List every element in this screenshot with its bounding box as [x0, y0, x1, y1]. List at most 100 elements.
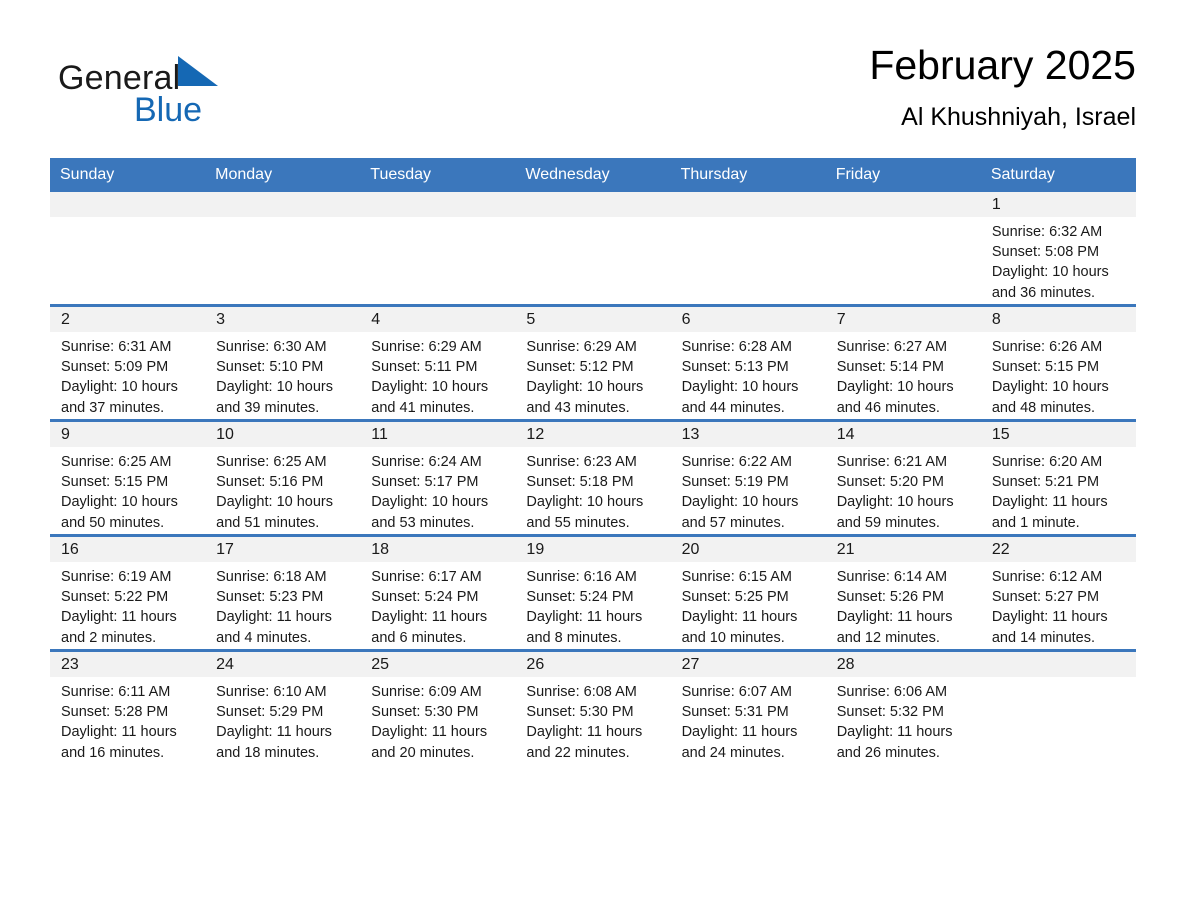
- day-details: Sunrise: 6:26 AM Sunset: 5:15 PM Daylight:…: [981, 332, 1136, 418]
- sunrise-text: Sunrise: 6:09 AM: [371, 684, 482, 700]
- day-details: Sunrise: 6:09 AM Sunset: 5:30 PM Daylight:…: [360, 677, 515, 763]
- daylight-text-line1: Daylight: 10 hours: [371, 494, 489, 511]
- sunrise-text: Sunrise: 6:06 AM: [836, 684, 948, 700]
- calendar-day-cell[interactable]: 10 Sunrise: 6:25 AM Sunset: 5:16 PM Dayligh…: [205, 419, 361, 536]
- sunrise-text: Sunrise: 6:24 AM: [371, 454, 482, 470]
- day-number: 13: [670, 422, 826, 447]
- day-number: [50, 192, 206, 217]
- daylight-text-line2: and 44 minutes.: [681, 399, 785, 416]
- day-details: Sunrise: 6:10 AM Sunset: 5:29 PM Daylight:…: [205, 677, 360, 763]
- weekday-header-friday: Friday: [825, 158, 981, 192]
- calendar-day-cell[interactable]: 9 Sunrise: 6:25 AM Sunset: 5:15 PM Daylight…: [50, 419, 206, 536]
- calendar-day-cell[interactable]: 7 Sunrise: 6:27 AM Sunset: 5:14 PM Daylight…: [825, 304, 981, 421]
- daylight-text-line1: Daylight: 11 hours: [216, 609, 332, 626]
- calendar-week-row: 2 Sunrise: 6:31 AM Sunset: 5:09 PM Daylight…: [50, 304, 1136, 421]
- day-number: 26: [515, 652, 671, 677]
- day-number: 1: [980, 192, 1136, 217]
- daylight-text-line2: and 57 minutes.: [681, 514, 785, 531]
- sunrise-text: Sunrise: 6:07 AM: [681, 684, 792, 700]
- daylight-text-line2: and 55 minutes.: [526, 514, 630, 531]
- calendar-day-cell[interactable]: 11 Sunrise: 6:24 AM Sunset: 5:17 PM Dayligh…: [360, 419, 516, 536]
- day-number: [825, 192, 981, 217]
- calendar-day-cell[interactable]: 21 Sunrise: 6:14 AM Sunset: 5:26 PM Dayligh…: [825, 534, 981, 651]
- calendar-day-cell[interactable]: 17 Sunrise: 6:18 AM Sunset: 5:23 PM Dayligh…: [205, 534, 361, 651]
- calendar-day-cell[interactable]: 12 Sunrise: 6:23 AM Sunset: 5:18 PM Dayligh…: [515, 419, 671, 536]
- calendar-day-cell[interactable]: 8 Sunrise: 6:26 AM Sunset: 5:15 PM Daylight…: [980, 304, 1136, 421]
- calendar-day-cell[interactable]: 26 Sunrise: 6:08 AM Sunset: 5:30 PM Dayligh…: [515, 649, 671, 764]
- day-details: Sunrise: 6:23 AM Sunset: 5:18 PM Daylight:…: [515, 447, 670, 533]
- day-details: Sunrise: 6:17 AM Sunset: 5:24 PM Daylight:…: [360, 562, 515, 648]
- calendar-empty-cell: [670, 192, 826, 306]
- calendar-day-cell[interactable]: 27 Sunrise: 6:07 AM Sunset: 5:31 PM Dayligh…: [670, 649, 826, 764]
- sunset-text: Sunset: 5:21 PM: [991, 474, 1100, 491]
- calendar-body: 1 Sunrise: 6:32 AM Sunset: 5:08 PM Daylight…: [50, 192, 1136, 764]
- calendar-day-cell[interactable]: 23 Sunrise: 6:11 AM Sunset: 5:28 PM Dayligh…: [50, 649, 206, 764]
- calendar-day-cell[interactable]: 14 Sunrise: 6:21 AM Sunset: 5:20 PM Dayligh…: [825, 419, 981, 536]
- weekday-header-monday: Monday: [205, 158, 361, 192]
- calendar-day-cell[interactable]: 15 Sunrise: 6:20 AM Sunset: 5:21 PM Dayligh…: [980, 419, 1136, 536]
- daylight-text-line1: Daylight: 10 hours: [216, 379, 334, 396]
- daylight-text-line1: Daylight: 11 hours: [836, 609, 953, 626]
- sunset-text: Sunset: 5:31 PM: [681, 704, 789, 721]
- calendar-day-cell[interactable]: 4 Sunrise: 6:29 AM Sunset: 5:11 PM Daylight…: [360, 304, 516, 421]
- title-block: February 2025 Al Khushniyah, Israel: [869, 40, 1136, 134]
- daylight-text-line2: and 48 minutes.: [991, 399, 1096, 416]
- day-details: Sunrise: 6:06 AM Sunset: 5:32 PM Daylight:…: [826, 677, 981, 763]
- weekday-header-sunday: Sunday: [50, 158, 206, 192]
- brand-logo[interactable]: General Blue: [58, 55, 258, 135]
- daylight-text-line2: and 12 minutes.: [836, 629, 940, 646]
- sunset-text: Sunset: 5:08 PM: [991, 244, 1100, 261]
- day-details: Sunrise: 6:19 AM Sunset: 5:22 PM Daylight:…: [50, 562, 205, 648]
- day-number: 3: [205, 307, 361, 332]
- calendar-day-cell[interactable]: 24 Sunrise: 6:10 AM Sunset: 5:29 PM Dayligh…: [205, 649, 361, 764]
- day-details: Sunrise: 6:24 AM Sunset: 5:17 PM Daylight:…: [360, 447, 515, 533]
- calendar-day-cell[interactable]: 16 Sunrise: 6:19 AM Sunset: 5:22 PM Dayligh…: [50, 534, 206, 651]
- calendar-day-cell[interactable]: 25 Sunrise: 6:09 AM Sunset: 5:30 PM Dayligh…: [360, 649, 516, 764]
- sunrise-text: Sunrise: 6:16 AM: [526, 569, 637, 585]
- day-number: [670, 192, 826, 217]
- page-title: February 2025: [869, 42, 1136, 88]
- day-details: Sunrise: 6:31 AM Sunset: 5:09 PM Daylight:…: [50, 332, 205, 418]
- calendar-day-cell[interactable]: 13 Sunrise: 6:22 AM Sunset: 5:19 PM Dayligh…: [670, 419, 826, 536]
- calendar-empty-cell: [360, 192, 516, 306]
- daylight-text-line1: Daylight: 10 hours: [836, 379, 954, 396]
- day-number: 25: [360, 652, 516, 677]
- calendar-day-cell[interactable]: 28 Sunrise: 6:06 AM Sunset: 5:32 PM Dayligh…: [825, 649, 981, 764]
- calendar-day-cell[interactable]: 5 Sunrise: 6:29 AM Sunset: 5:12 PM Daylight…: [515, 304, 671, 421]
- day-number: 19: [515, 537, 671, 562]
- day-number: 16: [50, 537, 206, 562]
- sunset-text: Sunset: 5:28 PM: [61, 704, 169, 721]
- calendar-day-cell[interactable]: 19 Sunrise: 6:16 AM Sunset: 5:24 PM Dayligh…: [515, 534, 671, 651]
- calendar-day-cell[interactable]: 6 Sunrise: 6:28 AM Sunset: 5:13 PM Daylight…: [670, 304, 826, 421]
- sunrise-text: Sunrise: 6:17 AM: [371, 569, 482, 585]
- day-number: 7: [825, 307, 981, 332]
- calendar-day-cell[interactable]: 1 Sunrise: 6:32 AM Sunset: 5:08 PM Daylight…: [980, 192, 1136, 306]
- sunrise-text: Sunrise: 6:19 AM: [61, 569, 172, 585]
- calendar-day-cell[interactable]: 2 Sunrise: 6:31 AM Sunset: 5:09 PM Daylight…: [50, 304, 206, 421]
- calendar-week-row: 23 Sunrise: 6:11 AM Sunset: 5:28 PM Dayligh…: [50, 649, 1136, 764]
- sunset-text: Sunset: 5:14 PM: [836, 359, 944, 376]
- daylight-text-line2: and 41 minutes.: [371, 399, 475, 416]
- calendar-day-cell[interactable]: 18 Sunrise: 6:17 AM Sunset: 5:24 PM Dayligh…: [360, 534, 516, 651]
- sunrise-text: Sunrise: 6:08 AM: [526, 684, 637, 700]
- day-number: 22: [980, 537, 1136, 562]
- calendar-day-cell[interactable]: 3 Sunrise: 6:30 AM Sunset: 5:10 PM Daylight…: [205, 304, 361, 421]
- calendar-day-cell[interactable]: 22 Sunrise: 6:12 AM Sunset: 5:27 PM Dayligh…: [980, 534, 1136, 651]
- day-number: 11: [360, 422, 516, 447]
- sunset-text: Sunset: 5:25 PM: [681, 589, 789, 606]
- sunrise-text: Sunrise: 6:32 AM: [991, 224, 1103, 240]
- sunrise-text: Sunrise: 6:29 AM: [371, 339, 482, 355]
- calendar-empty-cell: [980, 649, 1136, 764]
- daylight-text-line2: and 10 minutes.: [681, 629, 785, 646]
- daylight-text-line1: Daylight: 11 hours: [371, 609, 488, 626]
- day-details: Sunrise: 6:25 AM Sunset: 5:15 PM Daylight:…: [50, 447, 205, 533]
- day-details: Sunrise: 6:29 AM Sunset: 5:12 PM Daylight:…: [515, 332, 670, 418]
- calendar-empty-cell: [50, 192, 206, 306]
- day-details: Sunrise: 6:08 AM Sunset: 5:30 PM Daylight:…: [515, 677, 670, 763]
- daylight-text-line1: Daylight: 11 hours: [836, 724, 953, 741]
- day-number: [360, 192, 516, 217]
- day-number: 18: [360, 537, 516, 562]
- sunset-text: Sunset: 5:24 PM: [526, 589, 634, 606]
- daylight-text-line1: Daylight: 10 hours: [991, 264, 1109, 281]
- calendar-day-cell[interactable]: 20 Sunrise: 6:15 AM Sunset: 5:25 PM Dayligh…: [670, 534, 826, 651]
